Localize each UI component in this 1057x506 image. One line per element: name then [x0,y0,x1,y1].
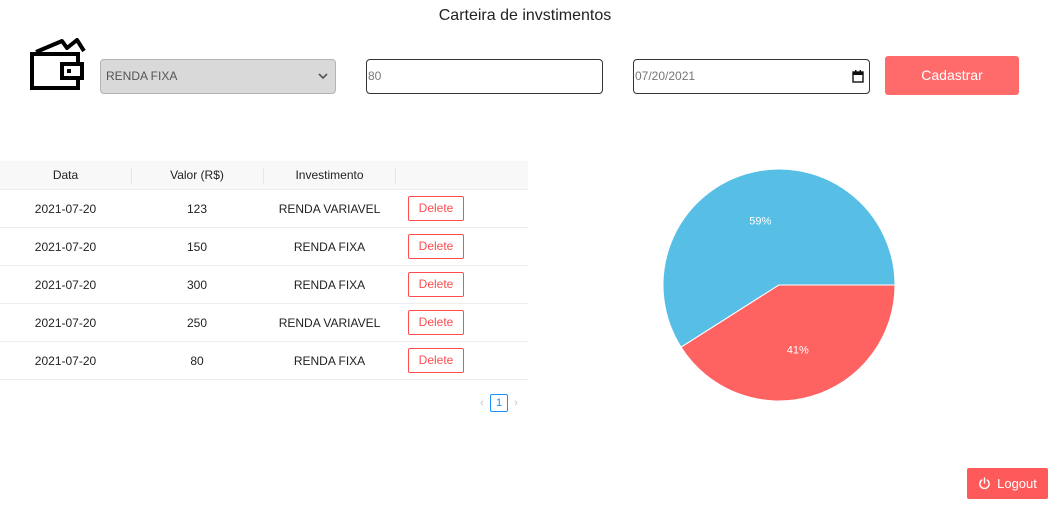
row-type: RENDA FIXA [293,239,366,254]
row-actions: Delete [396,228,528,265]
row-value: 123 [186,201,208,216]
row-value: 250 [186,315,208,330]
table-row: 2021-07-20 80 RENDA FIXA Delete [0,342,528,380]
investments-table: Data Valor (R$) Investimento 2021-07-20 … [0,161,528,380]
table-row: 2021-07-20 150 RENDA FIXA Delete [0,228,528,266]
table-row: 2021-07-20 123 RENDA VARIAVEL Delete [0,190,528,228]
pagination: ‹ 1 › [475,394,523,412]
row-actions: Delete [396,266,528,303]
delete-button[interactable]: Delete [408,272,464,297]
row-date: 2021-07-20 [34,277,97,292]
logout-button[interactable]: Logout [967,468,1048,499]
column-divider [131,168,132,184]
row-actions: Delete [396,304,528,341]
chevron-down-icon [318,73,328,80]
column-divider [395,168,396,184]
table-header: Data Valor (R$) Investimento [0,161,528,190]
row-date: 2021-07-20 [34,239,97,254]
row-value: 80 [190,353,204,368]
pie-slice-label: 41% [787,345,809,357]
table-row: 2021-07-20 250 RENDA VARIAVEL Delete [0,304,528,342]
investment-type-select[interactable]: RENDA FIXA [100,59,336,94]
page-button-current[interactable]: 1 [490,394,508,412]
row-date: 2021-07-20 [34,353,97,368]
row-type: RENDA VARIAVEL [278,315,381,330]
row-value: 300 [186,277,208,292]
cadastrar-button[interactable]: Cadastrar [885,56,1019,95]
delete-button[interactable]: Delete [408,196,464,221]
column-header-actions [396,161,528,189]
row-actions: Delete [396,190,528,227]
power-icon [979,477,990,490]
delete-button[interactable]: Delete [408,234,464,259]
column-header-valor: Valor (R$) [170,168,224,182]
row-actions: Delete [396,342,528,379]
logout-label: Logout [997,476,1037,491]
calendar-icon[interactable] [852,70,864,83]
delete-button[interactable]: Delete [408,310,464,335]
value-input[interactable]: 80 [366,59,603,94]
row-value: 150 [186,239,208,254]
row-date: 2021-07-20 [34,315,97,330]
date-input-text: 07/20/2021 [635,69,696,83]
row-type: RENDA FIXA [293,353,366,368]
page-title: Carteira de invstimentos [438,7,612,24]
value-input-text: 80 [368,69,382,83]
investment-pie-chart: 59% 41% [662,168,896,402]
row-date: 2021-07-20 [34,201,97,216]
investment-type-value: RENDA FIXA [106,69,178,83]
column-header-investimento: Investimento [295,168,364,182]
row-type: RENDA VARIAVEL [278,201,381,216]
column-divider [263,168,264,184]
pie-slice-label: 59% [749,215,771,227]
delete-button[interactable]: Delete [408,348,464,373]
date-input[interactable]: 07/20/2021 [633,59,870,94]
column-header-data: Data [52,168,79,182]
table-row: 2021-07-20 300 RENDA FIXA Delete [0,266,528,304]
chevron-right-icon[interactable]: › [509,397,523,409]
wallet-icon [30,38,86,90]
chevron-left-icon[interactable]: ‹ [475,397,489,409]
row-type: RENDA FIXA [293,277,366,292]
